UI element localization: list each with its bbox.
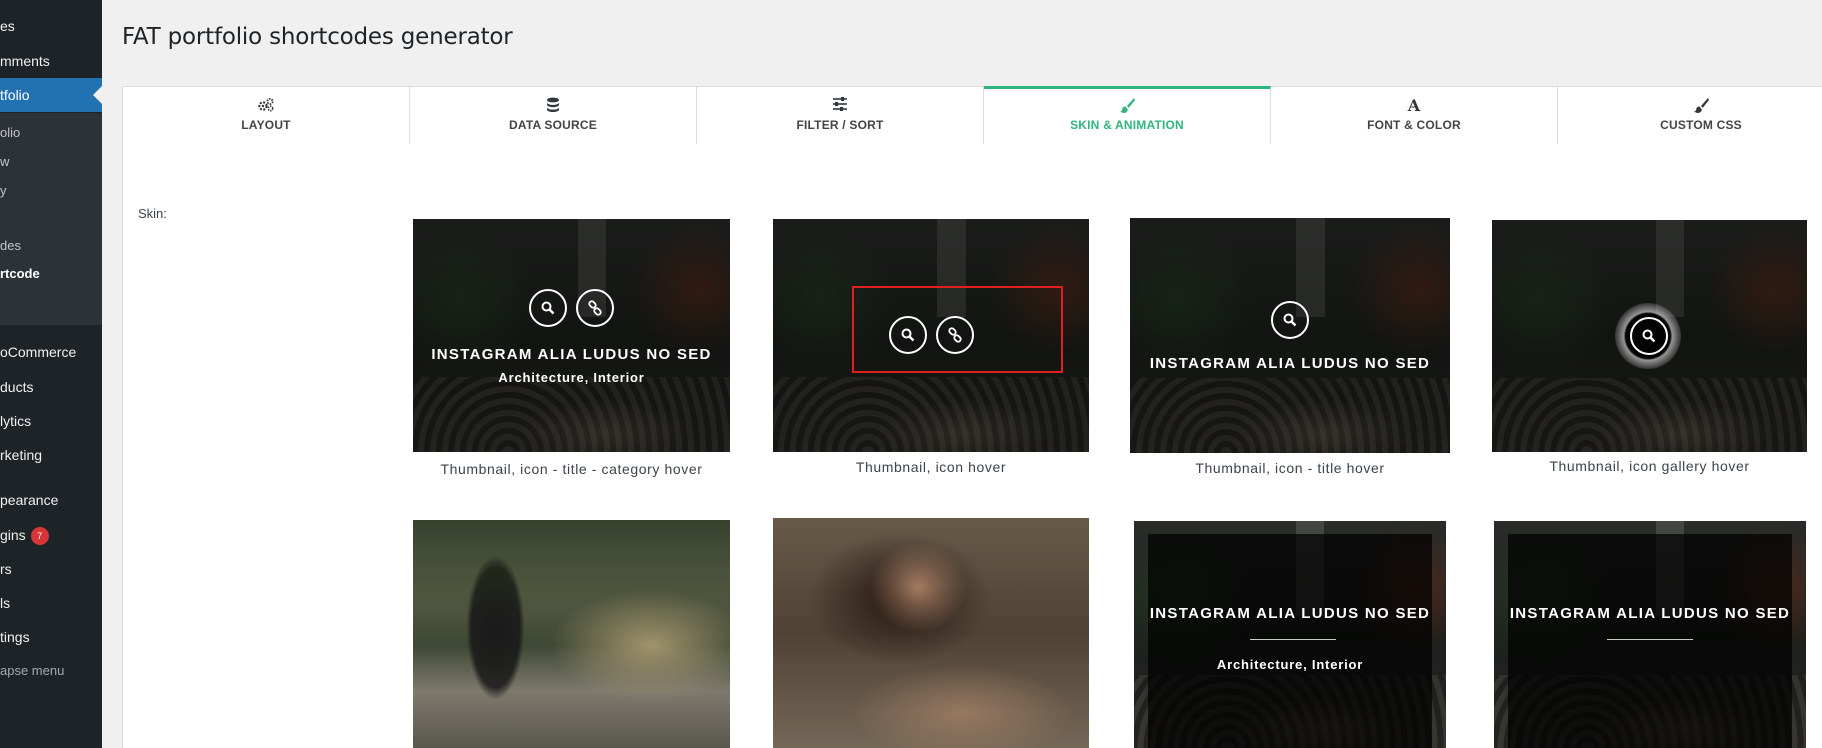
tab-custom-css[interactable]: CUSTOM CSS — [1558, 87, 1822, 146]
sidebar-item-label: es — [0, 18, 15, 34]
sidebar-item-label: oCommerce — [0, 344, 77, 360]
sidebar-item-label: lytics — [0, 413, 32, 429]
overlay-box — [1508, 534, 1792, 748]
tab-layout[interactable]: LAYOUT — [123, 87, 410, 146]
skin-thumbnail — [773, 219, 1089, 452]
sidebar-item-label: tings — [0, 629, 30, 645]
skin-option-icon-title-category[interactable]: INSTAGRAM ALIA LUDUS NO SED Architecture… — [413, 219, 730, 479]
sidebar-item-portfolio[interactable]: tfolio — [0, 78, 102, 112]
tab-label: LAYOUT — [241, 118, 291, 132]
sidebar-item-woocommerce[interactable]: oCommerce — [0, 335, 102, 369]
sidebar-item-appearance[interactable]: pearance — [0, 483, 102, 517]
skin-option-box-title-category[interactable]: INSTAGRAM ALIA LUDUS NO SED Architecture… — [1134, 521, 1446, 748]
sidebar-item-settings[interactable]: tings — [0, 620, 102, 654]
item-category: Architecture, Interior — [1216, 657, 1364, 672]
submenu-item-shortcodes[interactable]: des — [0, 234, 102, 258]
sidebar-item-label: tfolio — [0, 87, 30, 103]
hover-overlay — [413, 219, 730, 452]
item-title: INSTAGRAM ALIA LUDUS NO SED — [431, 346, 712, 363]
tab-data-source[interactable]: DATA SOURCE — [410, 87, 697, 146]
skin-option-icon[interactable]: Thumbnail, icon hover — [773, 219, 1089, 479]
sidebar-item-label: ls — [0, 595, 11, 611]
sidebar-item-analytics[interactable]: lytics — [0, 404, 102, 438]
hover-overlay — [413, 520, 730, 748]
submenu-item-portfolio[interactable]: olio — [0, 121, 102, 145]
tab-filter-sort[interactable]: FILTER / SORT — [697, 87, 984, 146]
overlay-box — [1148, 534, 1432, 748]
sidebar-item-label: pearance — [0, 492, 59, 508]
skin-thumbnail — [773, 518, 1089, 748]
sidebar-item-label: ducts — [0, 379, 34, 395]
tab-label: DATA SOURCE — [509, 118, 597, 132]
hover-overlay — [773, 518, 1089, 748]
sidebar-item-pages[interactable]: es — [0, 9, 102, 43]
skin-thumbnail: INSTAGRAM ALIA LUDUS NO SED Architecture… — [413, 219, 730, 452]
skin-option-thumbnail-portrait[interactable] — [773, 518, 1089, 748]
sidebar-item-label: rs — [0, 561, 12, 577]
sidebar-item-label: mments — [0, 53, 50, 69]
skin-caption: Thumbnail, icon hover — [855, 459, 1007, 475]
sidebar-item-users[interactable]: rs — [0, 552, 102, 586]
skin-field-label: Skin: — [138, 206, 167, 221]
tab-skin-animation[interactable]: SKIN & ANIMATION — [984, 86, 1271, 146]
search-icon — [1271, 301, 1309, 339]
sidebar-item-label: apse menu — [0, 663, 65, 678]
title-divider — [1250, 639, 1336, 640]
paintbrush-icon — [1693, 97, 1709, 115]
submenu-item-category[interactable]: y — [0, 179, 102, 203]
tab-label: CUSTOM CSS — [1660, 118, 1742, 132]
tab-label: FONT & COLOR — [1367, 118, 1461, 132]
item-title: INSTAGRAM ALIA LUDUS NO SED — [1149, 355, 1431, 372]
sidebar-item-label: gins — [0, 527, 26, 543]
sidebar-item-plugins[interactable]: gins 7 — [0, 518, 102, 552]
title-divider — [1607, 639, 1693, 640]
gears-icon — [257, 97, 275, 115]
collapse-menu-button[interactable]: apse menu — [0, 654, 102, 688]
brush-icon — [1119, 97, 1135, 115]
item-category: Architecture, Interior — [498, 370, 645, 385]
skin-thumbnail — [1492, 220, 1807, 452]
skin-caption: Thumbnail, icon - title - category hover — [440, 461, 703, 477]
page-title: FAT portfolio shortcodes generator — [122, 24, 513, 50]
settings-tabs: LAYOUT DATA SOURCE FILTER / SORT SKIN & … — [122, 86, 1822, 146]
font-icon: A — [1407, 96, 1421, 115]
tab-label: SKIN & ANIMATION — [1070, 118, 1184, 132]
skin-option-icon-gallery[interactable]: Thumbnail, icon gallery hover — [1492, 220, 1807, 478]
skin-thumbnail: INSTAGRAM ALIA LUDUS NO SED Architecture… — [1134, 521, 1446, 748]
sidebar-item-comments[interactable]: mments — [0, 44, 102, 78]
search-icon — [529, 289, 567, 327]
sidebar-item-tools[interactable]: ls — [0, 586, 102, 620]
sidebar-item-label: rketing — [0, 447, 43, 463]
skin-thumbnail: INSTAGRAM ALIA LUDUS NO SED — [1494, 521, 1806, 748]
skin-option-thumbnail-dark[interactable] — [413, 520, 730, 748]
skin-thumbnail — [413, 520, 730, 748]
sliders-icon — [832, 97, 848, 115]
skin-option-box-title[interactable]: INSTAGRAM ALIA LUDUS NO SED — [1494, 521, 1806, 748]
admin-sidebar: es mments tfolio olio w y des rtcode oCo… — [0, 0, 102, 748]
submenu-item-add-new[interactable]: w — [0, 150, 102, 174]
skin-option-icon-title[interactable]: INSTAGRAM ALIA LUDUS NO SED Thumbnail, i… — [1130, 218, 1450, 478]
plugins-update-badge: 7 — [30, 527, 49, 545]
database-icon — [546, 97, 560, 115]
search-icon — [1630, 317, 1668, 355]
tab-label: FILTER / SORT — [796, 118, 884, 132]
highlight-box — [852, 286, 1063, 373]
tab-font-color[interactable]: A FONT & COLOR — [1271, 87, 1558, 146]
link-icon — [576, 289, 614, 327]
item-title: INSTAGRAM ALIA LUDUS NO SED — [1509, 605, 1791, 622]
sidebar-item-products[interactable]: ducts — [0, 370, 102, 404]
item-title: INSTAGRAM ALIA LUDUS NO SED — [1149, 605, 1431, 622]
skin-caption: Thumbnail, icon - title hover — [1195, 460, 1385, 476]
skin-thumbnail: INSTAGRAM ALIA LUDUS NO SED — [1130, 218, 1450, 453]
skin-caption: Thumbnail, icon gallery hover — [1549, 458, 1750, 474]
sidebar-item-marketing[interactable]: rketing — [0, 438, 102, 472]
submenu-item-add-shortcode[interactable]: rtcode — [0, 262, 102, 286]
